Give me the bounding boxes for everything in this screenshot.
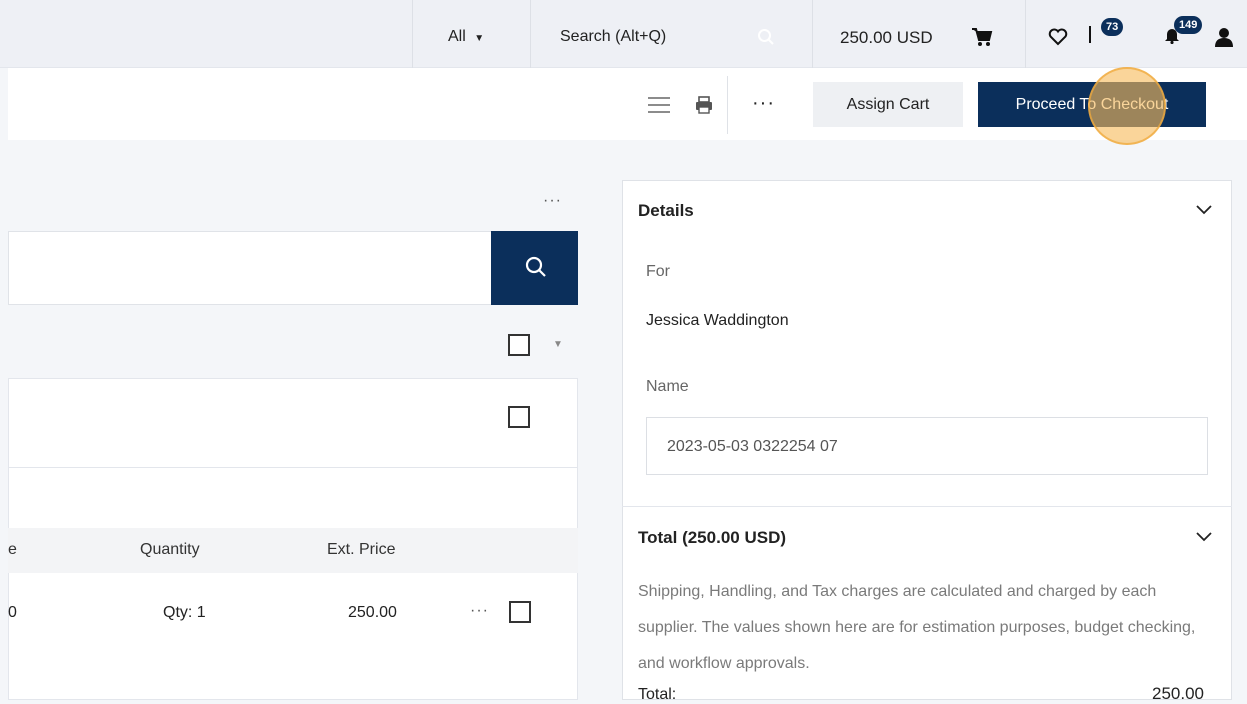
total-value: 250.00 <box>1152 684 1204 703</box>
group-checkbox[interactable] <box>508 406 530 428</box>
cart-search-button[interactable] <box>491 231 578 305</box>
divider <box>622 506 1232 507</box>
details-title: Details <box>638 201 694 220</box>
for-value: Jessica Waddington <box>646 312 789 329</box>
notifications-button[interactable]: 149 <box>1160 14 1203 54</box>
cart-name-field[interactable]: 2023-05-03 0322254 07 <box>646 417 1208 475</box>
heart-icon[interactable] <box>1048 28 1068 46</box>
flag-button[interactable]: 73 <box>1086 14 1136 54</box>
cart-search-input[interactable] <box>8 231 492 305</box>
quantity-cell: Qty: 1 <box>163 604 206 621</box>
total-label: Total: <box>638 686 677 703</box>
assign-cart-button[interactable]: Assign Cart <box>813 82 963 127</box>
row-checkbox[interactable] <box>509 601 531 623</box>
top-navigation-bar: All ▼ Search (Alt+Q) 250.00 USD 73 149 <box>0 0 1247 68</box>
name-label: Name <box>646 378 689 395</box>
unit-price-cell: 0 <box>8 604 17 621</box>
section-more-button[interactable]: ··· <box>543 192 562 210</box>
search-icon[interactable] <box>757 28 775 46</box>
search-placeholder: Search (Alt+Q) <box>560 28 667 45</box>
select-options-caret-icon[interactable]: ▼ <box>553 339 563 350</box>
table-header <box>8 528 578 573</box>
proceed-to-checkout-button[interactable]: Proceed To Checkout <box>978 82 1206 127</box>
column-header-quantity: Quantity <box>140 541 200 558</box>
search-input[interactable]: Search (Alt+Q) <box>531 0 812 68</box>
total-title: Total (250.00 USD) <box>638 528 787 547</box>
search-icon <box>525 256 546 277</box>
cart-icon <box>972 28 993 46</box>
cart-summary[interactable]: 250.00 USD <box>840 0 1010 68</box>
column-header-price: e <box>8 541 17 558</box>
divider <box>8 467 578 468</box>
cart-total: 250.00 USD <box>840 28 933 47</box>
select-all-checkbox[interactable] <box>508 334 530 356</box>
more-actions-button[interactable]: ··· <box>752 92 775 115</box>
divider <box>412 0 413 68</box>
caret-down-icon: ▼ <box>474 33 485 44</box>
column-header-ext-price: Ext. Price <box>327 541 396 558</box>
chevron-down-icon[interactable] <box>1196 532 1212 542</box>
row-more-button[interactable]: ··· <box>470 602 489 620</box>
flag-icon <box>1089 26 1091 43</box>
list-view-icon[interactable] <box>648 96 670 114</box>
divider <box>812 0 813 68</box>
flag-count-badge: 73 <box>1101 18 1124 36</box>
cart-name-value: 2023-05-03 0322254 07 <box>667 438 838 455</box>
print-icon[interactable] <box>695 96 713 114</box>
ext-price-cell: 250.00 <box>348 604 397 621</box>
user-profile-icon[interactable] <box>1214 27 1234 47</box>
tax-disclaimer-text: Shipping, Handling, and Tax charges are … <box>638 583 1196 672</box>
search-scope-label: All <box>448 28 466 45</box>
chevron-down-icon[interactable] <box>1196 205 1212 215</box>
divider <box>727 76 728 134</box>
notification-count-badge: 149 <box>1174 16 1203 34</box>
search-scope-dropdown[interactable]: All ▼ <box>448 28 484 46</box>
divider <box>1025 0 1026 68</box>
for-label: For <box>646 263 670 280</box>
